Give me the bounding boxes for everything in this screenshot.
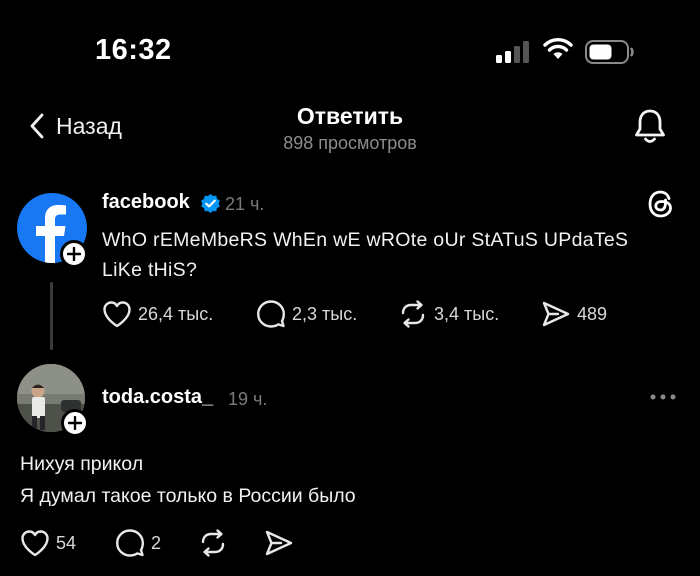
post-share-button[interactable]: 489 <box>541 297 607 331</box>
battery-icon <box>585 40 634 64</box>
post-time: 21 ч. <box>225 194 265 214</box>
post-repost-button[interactable]: 3,4 тыс. <box>398 297 499 331</box>
post-text-line-2: LiKe tHiS? <box>102 259 198 281</box>
reply-like-count: 54 <box>56 532 77 553</box>
post-comment-count: 2,3 тыс. <box>292 303 358 324</box>
repost-icon <box>201 529 225 557</box>
post-like-button[interactable]: 26,4 тыс. <box>102 297 213 331</box>
post-repost-count: 3,4 тыс. <box>434 303 500 324</box>
post-share-count: 489 <box>577 303 608 324</box>
comment-icon <box>116 529 144 557</box>
wifi-icon <box>543 38 573 59</box>
repost-icon <box>401 300 425 328</box>
reply-username[interactable]: toda.costa_ <box>102 386 213 409</box>
thread-connector-line <box>50 282 53 350</box>
follow-toda-costa-button[interactable] <box>61 409 89 437</box>
reply-repost-button[interactable] <box>198 526 228 560</box>
status-time: 16:32 <box>95 34 172 66</box>
cellular-signal-icon <box>496 41 529 63</box>
follow-facebook-button[interactable] <box>60 240 88 268</box>
post-comment-button[interactable]: 2,3 тыс. <box>256 297 357 331</box>
send-icon <box>542 301 570 327</box>
post-text-line-1: WhO rEMeMbeRS WhEn wE wROte oUr StATuS U… <box>102 229 629 251</box>
heart-icon <box>21 530 49 557</box>
post-like-count: 26,4 тыс. <box>138 303 214 324</box>
view-count: 898 просмотров <box>283 133 417 153</box>
reply-comment-button[interactable]: 2 <box>115 526 161 560</box>
status-bar: 16:32 <box>0 0 700 90</box>
heart-icon <box>103 301 131 328</box>
bell-icon[interactable] <box>632 107 668 145</box>
more-options-icon[interactable] <box>648 388 678 406</box>
reply-like-button[interactable]: 54 <box>20 526 76 560</box>
send-icon <box>265 530 293 556</box>
reply-text-line-1: Нихуя прикол <box>20 453 144 475</box>
threads-logo-icon[interactable] <box>645 188 677 220</box>
reply-comment-count: 2 <box>151 532 162 553</box>
verified-badge-icon <box>201 193 220 214</box>
title-block: Ответить 898 просмотров <box>0 103 700 154</box>
post-username[interactable]: facebook <box>102 191 190 214</box>
plus-icon <box>67 247 81 261</box>
reply-share-button[interactable] <box>264 526 294 560</box>
header: Назад Ответить 898 просмотров <box>0 95 700 165</box>
reply-time: 19 ч. <box>228 389 268 409</box>
reply-text-line-2: Я думал такое только в России было <box>20 485 356 507</box>
page-title: Ответить <box>296 103 404 129</box>
plus-icon <box>68 416 82 430</box>
comment-icon <box>257 300 285 328</box>
